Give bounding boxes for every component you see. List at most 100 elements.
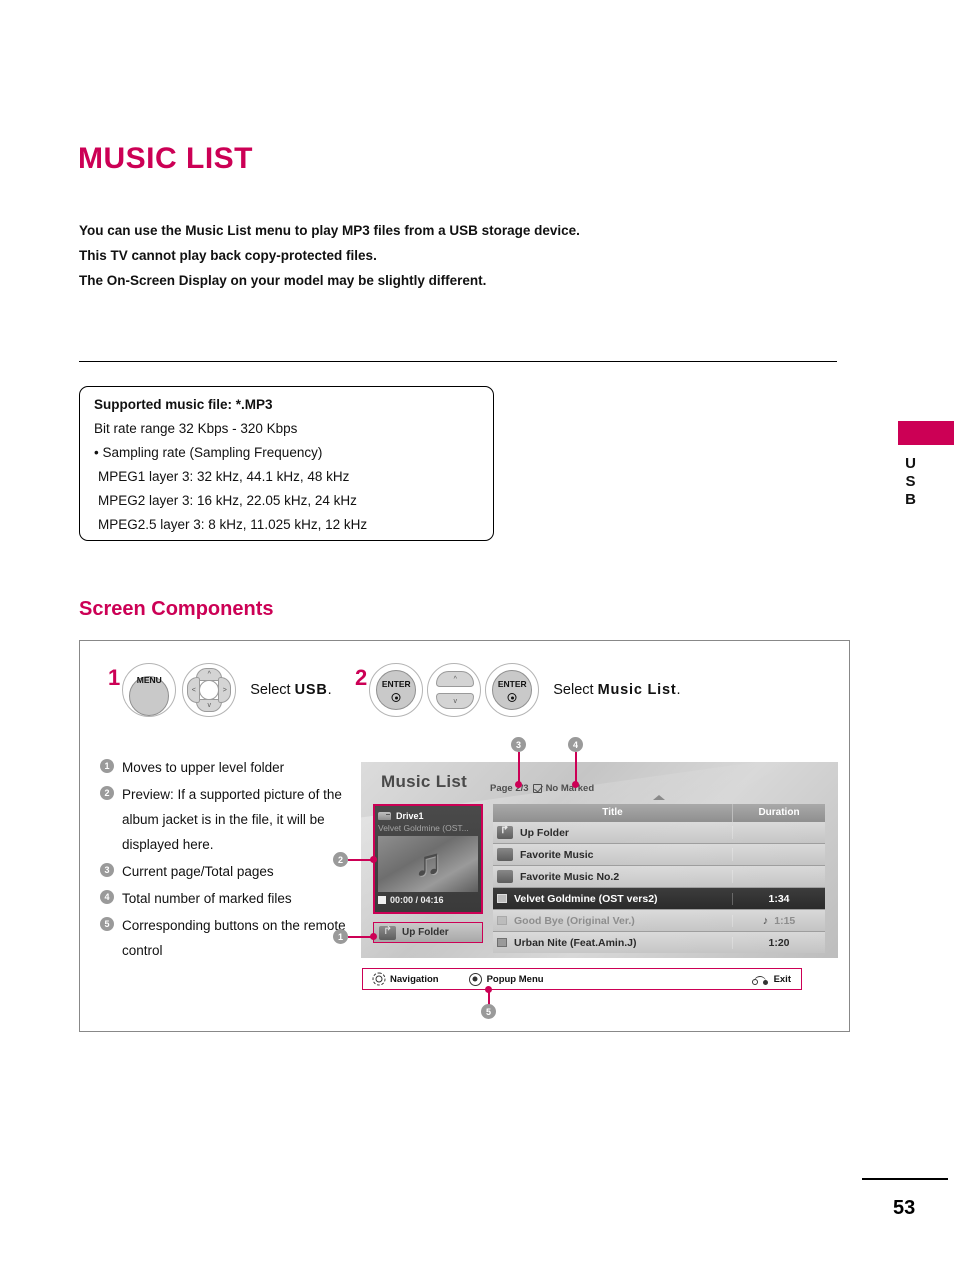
preview-header: Drive1 xyxy=(378,809,478,822)
row-duration-cell: 1:20 xyxy=(768,936,790,949)
spec-line-bitrate: Bit rate range 32 Kbps - 320 Kbps xyxy=(94,421,298,436)
navigation-pad[interactable]: ^ v < > xyxy=(182,663,237,717)
enter-button-label-2: ENTER xyxy=(497,679,527,689)
navigation-label: Navigation xyxy=(390,973,439,985)
step-1-number: 1 xyxy=(108,665,121,690)
exit-label: Exit xyxy=(773,973,791,985)
legend-text-1: Moves to upper level folder xyxy=(122,760,285,775)
intro-line-3: The On-Screen Display on your model may … xyxy=(79,273,487,288)
mark-checkbox-icon[interactable] xyxy=(497,916,507,925)
tv-navigation-bar: Navigation Popup Menu Exit xyxy=(362,968,802,990)
popup-menu-icon xyxy=(468,972,482,986)
legend-number-5: 5 xyxy=(100,917,114,931)
table-row[interactable]: Favorite Music xyxy=(493,844,825,866)
legend-text-4: Total number of marked files xyxy=(122,891,292,906)
legend-number-2: 2 xyxy=(100,786,114,800)
step-1-prefix: Select xyxy=(250,682,295,698)
callout-line-4 xyxy=(575,752,577,784)
table-row[interactable]: Favorite Music No.2 xyxy=(493,866,825,888)
enter-dot-icon xyxy=(391,693,401,702)
step-2-suffix: . xyxy=(676,682,681,698)
column-header-duration: Duration xyxy=(758,807,800,818)
row-title-cell: Good Bye (Original Ver.) xyxy=(493,914,733,927)
legend-item: 4 Total number of marked files xyxy=(100,886,350,911)
menu-button[interactable]: MENU xyxy=(122,663,177,717)
mark-checkbox-icon[interactable] xyxy=(497,938,507,947)
mark-checkbox-icon[interactable] xyxy=(497,894,507,903)
callout-marker-5: 5 xyxy=(481,1004,496,1019)
column-header-title: Title xyxy=(493,804,733,822)
spec-line-mpeg25: MPEG2.5 layer 3: 8 kHz, 11.025 kHz, 12 k… xyxy=(98,517,368,532)
preview-track-title: Velvet Goldmine (OST... xyxy=(378,823,469,833)
folder-icon xyxy=(497,870,513,883)
tv-screen-mock: Music List Page 2/3 No Marked Drive1 Vel… xyxy=(361,762,838,958)
pad-right-icon[interactable]: > xyxy=(218,677,232,703)
section-heading: Screen Components xyxy=(79,598,274,620)
up-folder-row-icon xyxy=(497,826,513,839)
updown-pad[interactable]: ^ v xyxy=(427,663,482,717)
up-folder-button[interactable]: Up Folder xyxy=(373,922,483,943)
tv-screen-title: Music List xyxy=(381,772,468,791)
marked-check-icon xyxy=(532,784,542,793)
exit-hint[interactable]: Exit xyxy=(751,973,791,985)
row-title-cell: Up Folder xyxy=(493,826,733,839)
step-1-row: 1 MENU ^ v < > Select USB. xyxy=(108,663,332,717)
callout-marker-4: 4 xyxy=(568,737,583,752)
callout-line-3 xyxy=(518,752,520,784)
row-title-text: Favorite Music No.2 xyxy=(520,870,620,883)
popup-menu-hint[interactable]: Popup Menu xyxy=(468,972,544,986)
preview-drive-label: Drive1 xyxy=(396,810,424,821)
step-2-prefix: Select xyxy=(553,682,598,698)
legend-item: 3 Current page/Total pages xyxy=(100,859,350,884)
marked-count-label: No Marked xyxy=(545,783,595,794)
callout-dot-5 xyxy=(485,986,492,993)
callout-marker-2: 2 xyxy=(333,852,348,867)
exit-arrow-icon xyxy=(751,974,768,985)
navigation-hint[interactable]: Navigation xyxy=(373,973,439,985)
table-row[interactable]: Urban Nite (Feat.Amin.J) 1:20 xyxy=(493,932,825,953)
folder-icon xyxy=(497,848,513,861)
legend-text-5: Corresponding buttons on the remote cont… xyxy=(122,918,346,958)
scroll-up-arrow-icon[interactable] xyxy=(653,795,665,800)
row-title-cell: Favorite Music xyxy=(493,848,733,861)
preview-elapsed-total: 00:00 / 04:16 xyxy=(390,895,444,905)
enter-button-inner xyxy=(376,670,417,710)
playing-note-icon: ♪ xyxy=(762,914,769,927)
up-folder-button-label: Up Folder xyxy=(402,927,449,938)
table-row[interactable]: Good Bye (Original Ver.) ♪ 1:15 xyxy=(493,910,825,932)
callout-dot-3 xyxy=(515,781,522,788)
row-title-text: Velvet Goldmine (OST vers2) xyxy=(514,892,658,905)
row-duration-cell: ♪ 1:15 xyxy=(733,915,825,927)
drive-icon xyxy=(378,811,391,820)
legend-list: 1 Moves to upper level folder 2 Preview:… xyxy=(100,755,350,965)
table-row-selected[interactable]: Velvet Goldmine (OST vers2) 1:34 xyxy=(493,888,825,910)
row-title-text: Good Bye (Original Ver.) xyxy=(514,914,635,927)
page-indicator: Page 2/3 xyxy=(490,783,529,794)
intro-paragraph: You can use the Music List menu to play … xyxy=(79,218,779,293)
table-row[interactable]: Up Folder xyxy=(493,822,825,844)
page-title: MUSIC LIST xyxy=(78,142,253,175)
navigation-pad-icon xyxy=(373,973,385,985)
usb-tab-label: USB xyxy=(902,455,919,509)
row-title-cell: Velvet Goldmine (OST vers2) xyxy=(493,892,733,905)
intro-line-2: This TV cannot play back copy-protected … xyxy=(79,248,377,263)
table-header-row: Title Duration xyxy=(493,804,825,822)
spec-line-mpeg2: MPEG2 layer 3: 16 kHz, 22.05 kHz, 24 kHz xyxy=(98,493,357,508)
updown-up-icon[interactable]: ^ xyxy=(436,671,475,687)
enter-button-inner-2 xyxy=(492,670,533,710)
step-1-instruction: Select USB. xyxy=(250,682,331,698)
spec-line-sampling-rate: • Sampling rate (Sampling Frequency) xyxy=(94,445,323,460)
legend-text-3: Current page/Total pages xyxy=(122,864,274,879)
enter-button-first[interactable]: ENTER xyxy=(369,663,424,717)
step-2-target: Music List xyxy=(597,682,677,698)
legend-number-1: 1 xyxy=(100,759,114,773)
enter-button-second[interactable]: ENTER xyxy=(485,663,540,717)
spec-line-supported-file: Supported music file: *.MP3 xyxy=(94,397,273,412)
updown-down-icon[interactable]: v xyxy=(436,693,475,709)
legend-item: 5 Corresponding buttons on the remote co… xyxy=(100,913,350,963)
intro-line-1: You can use the Music List menu to play … xyxy=(79,223,580,238)
row-title-text: Favorite Music xyxy=(520,848,594,861)
step-2-number: 2 xyxy=(355,665,368,690)
up-folder-icon xyxy=(379,925,396,940)
horizontal-divider xyxy=(79,361,837,362)
